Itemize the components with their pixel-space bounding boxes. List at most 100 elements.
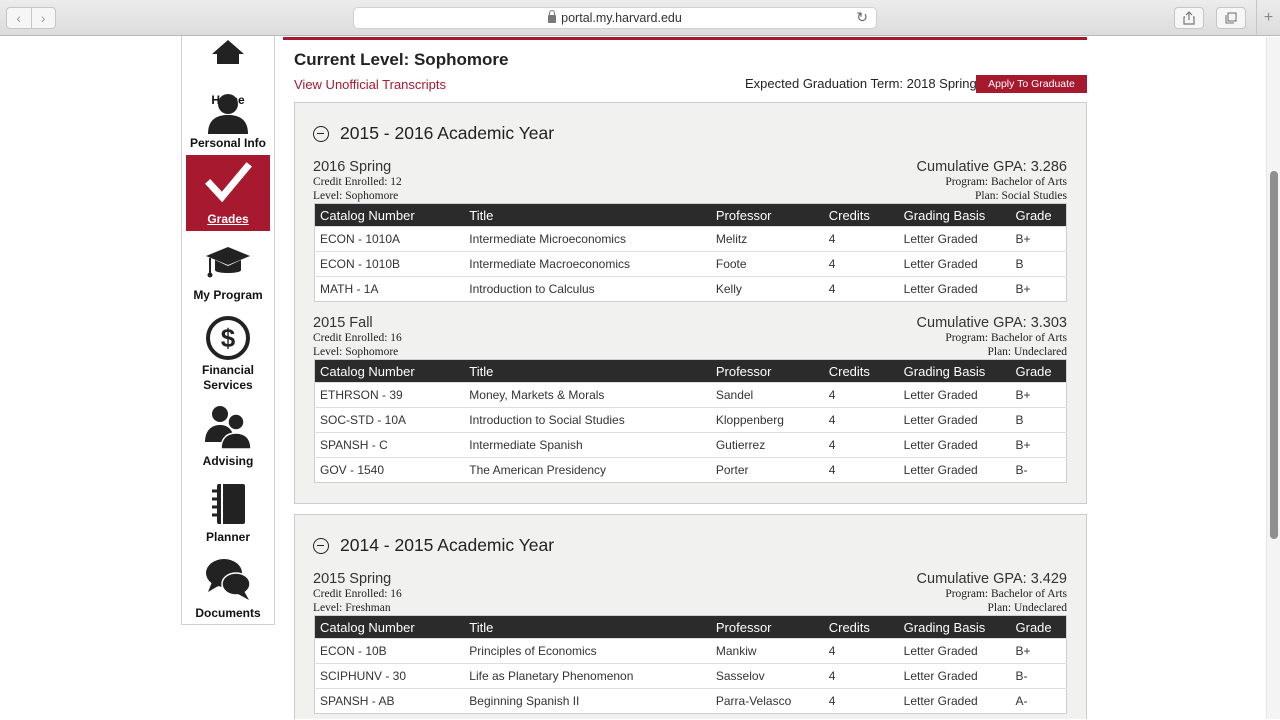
grading-basis: Letter Graded [898, 432, 1011, 458]
graduation-cap-icon [206, 247, 250, 278]
new-tab-button[interactable]: + [1256, 0, 1280, 36]
credits: 4 [823, 688, 899, 714]
catalog-number: MATH - 1A [314, 276, 465, 302]
scrollbar[interactable] [1266, 37, 1280, 719]
grading-basis: Letter Graded [898, 226, 1011, 252]
table-row: ECON - 1010B Intermediate Macroeconomics F… [314, 251, 1067, 277]
grading-basis: Letter Graded [898, 663, 1011, 689]
grade: B+ [1010, 638, 1067, 664]
sidebar-item-advising[interactable]: Advising [186, 400, 270, 476]
term-level: Level: Freshman [313, 602, 391, 614]
term-name: 2015 Spring [313, 571, 392, 587]
column-header: Grade [1010, 615, 1067, 639]
sidebar-item-documents[interactable]: Documents [186, 552, 270, 628]
course-title: Principles of Economics [464, 638, 711, 664]
chat-bubbles-icon [206, 559, 251, 600]
grade: B [1010, 251, 1067, 277]
credit-enrolled: Credit Enrolled: 12 [313, 176, 402, 188]
academic-year-header[interactable]: 2015 - 2016 Academic Year [313, 123, 554, 144]
column-header: Grading Basis [898, 203, 1011, 227]
grade: A- [1010, 688, 1067, 714]
sidebar-item-my-program[interactable]: My Program [186, 236, 270, 312]
course-title: Money, Markets & Morals [464, 382, 711, 408]
grade: B+ [1010, 382, 1067, 408]
sidebar-item-label: Grades [207, 212, 249, 226]
cumulative-gpa: Cumulative GPA: 3.286 [916, 159, 1067, 175]
table-row: SOC-STD - 10A Introduction to Social Stud… [314, 407, 1067, 433]
svg-text:$: $ [221, 323, 236, 353]
catalog-number: ECON - 1010A [314, 226, 465, 252]
credits: 4 [823, 276, 899, 302]
sidebar-item-personal-info[interactable]: Personal Info [186, 88, 270, 164]
column-header: Grade [1010, 203, 1067, 227]
course-title: Introduction to Calculus [464, 276, 711, 302]
grade: B- [1010, 457, 1067, 483]
home-icon [212, 40, 244, 64]
course-title: Intermediate Macroeconomics [464, 251, 711, 277]
scrollbar-thumb[interactable] [1270, 171, 1278, 539]
collapse-icon[interactable] [313, 125, 329, 142]
academic-year-panel: 2015 - 2016 Academic Year 2016 Spring Cr… [294, 102, 1087, 504]
term-level: Level: Sophomore [313, 190, 399, 202]
grade: B+ [1010, 432, 1067, 458]
academic-year-header[interactable]: 2014 - 2015 Academic Year [313, 535, 554, 556]
table-header-row: Catalog Number Title Professor Credits G… [314, 615, 1067, 639]
term-program: Program: Bachelor of Arts [945, 588, 1067, 600]
sidebar-item-planner[interactable]: Planner [186, 476, 270, 552]
forward-button[interactable]: › [30, 8, 56, 28]
credits: 4 [823, 407, 899, 433]
chevron-right-icon: › [40, 10, 46, 26]
table-row: ETHRSON - 39 Money, Markets & Morals Sande… [314, 382, 1067, 408]
grading-basis: Letter Graded [898, 382, 1011, 408]
catalog-number: ECON - 1010B [314, 251, 465, 277]
sidebar-item-financial-services[interactable]: $ Financial Services [186, 312, 270, 392]
cumulative-gpa: Cumulative GPA: 3.429 [916, 571, 1067, 587]
column-header: Grading Basis [898, 615, 1011, 639]
table-row: ECON - 1010A Intermediate Microeconomics M… [314, 226, 1067, 252]
term-program: Program: Bachelor of Arts [945, 176, 1067, 188]
table-row: ECON - 10B Principles of Economics Mankiw 4… [314, 638, 1067, 664]
address-bar[interactable]: portal.my.harvard.edu ↻ [353, 7, 877, 29]
lock-icon [548, 10, 557, 23]
grade: B+ [1010, 276, 1067, 302]
professor: Kelly [710, 276, 824, 302]
sidebar-item-label: My Program [193, 288, 263, 302]
grading-basis: Letter Graded [898, 688, 1011, 714]
sidebar-item-grades[interactable]: Grades [186, 155, 270, 231]
column-header: Grade [1010, 359, 1067, 383]
column-header: Title [464, 359, 711, 383]
history-nav: ‹ › [6, 7, 56, 29]
academic-year-title: 2014 - 2015 Academic Year [340, 535, 555, 555]
share-button[interactable] [1174, 7, 1204, 29]
sidebar-item-label: Documents [195, 606, 261, 620]
credits: 4 [823, 663, 899, 689]
catalog-number: SOC-STD - 10A [314, 407, 465, 433]
grades-table: Catalog Number Title Professor Credits G… [314, 203, 1067, 302]
column-header: Credits [823, 615, 899, 639]
person-icon [208, 94, 248, 134]
reload-icon[interactable]: ↻ [856, 9, 868, 26]
professor: Melitz [710, 226, 824, 252]
column-header: Credits [823, 359, 899, 383]
catalog-number: GOV - 1540 [314, 457, 465, 483]
credits: 4 [823, 432, 899, 458]
catalog-number: ETHRSON - 39 [314, 382, 465, 408]
collapse-icon[interactable] [313, 537, 329, 554]
tabs-button[interactable] [1216, 7, 1246, 29]
sidebar-item-label: Advising [202, 454, 254, 468]
credits: 4 [823, 251, 899, 277]
people-icon [205, 406, 252, 450]
table-row: SPANSH - AB Beginning Spanish II Parra-Vel… [314, 688, 1067, 714]
term-plan: Plan: Undeclared [987, 602, 1067, 614]
grade: B+ [1010, 226, 1067, 252]
view-transcripts-link[interactable]: View Unofficial Transcripts [294, 77, 446, 92]
catalog-number: SPANSH - AB [314, 688, 465, 714]
apply-to-graduate-button[interactable]: Apply To Graduate [976, 75, 1087, 93]
term-block: 2016 Spring Credit Enrolled: 12 Level: S… [313, 159, 1067, 304]
credits: 4 [823, 457, 899, 483]
term-block: 2015 Spring Credit Enrolled: 16 Level: F… [313, 571, 1067, 720]
course-title: Life as Planetary Phenomenon [464, 663, 711, 689]
back-button[interactable]: ‹ [7, 8, 31, 28]
column-header: Professor [710, 615, 824, 639]
grades-table: Catalog Number Title Professor Credits G… [314, 359, 1067, 483]
